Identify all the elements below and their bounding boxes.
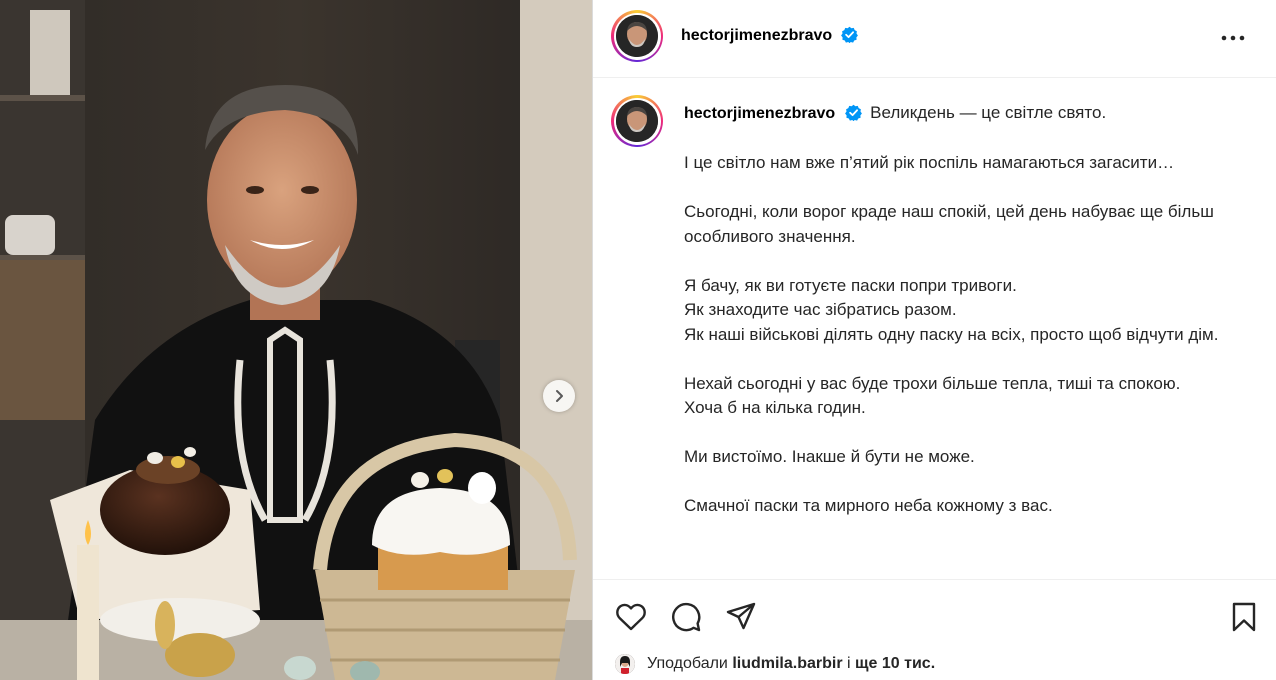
caption-paragraph: Я бачу, як ви готуєте паски попри тривог… [684, 275, 1219, 344]
caption-paragraph: Смачної паски та мирного неба кожному з … [684, 496, 1053, 515]
author-name-row: hectorjimenezbravo [681, 26, 858, 45]
caption-area[interactable]: hectorjimenezbravo Великдень — це світле… [593, 79, 1276, 579]
post-media[interactable] [0, 0, 592, 680]
caption-title: Великдень — це світле свято. [870, 103, 1107, 122]
save-button[interactable] [1227, 600, 1261, 634]
post-side-panel: hectorjimenezbravo hectorjimenezbravo Ве… [592, 0, 1276, 680]
post-photo [0, 0, 592, 680]
post-header: hectorjimenezbravo [593, 0, 1276, 78]
chevron-right-icon [556, 390, 563, 402]
likes-summary: Уподобали liudmila.barbir і ще 10 тис. [615, 654, 935, 674]
like-button[interactable] [614, 600, 648, 634]
caption-paragraph: І це світло нам вже п’ятий рік поспіль н… [684, 153, 1175, 172]
caption-paragraphs: І це світло нам вже п’ятий рік поспіль н… [684, 151, 1254, 519]
caption-paragraph: Сьогодні, коли ворог краде наш спокій, ц… [684, 202, 1214, 246]
likes-connector: і [847, 655, 851, 672]
share-button[interactable] [724, 600, 758, 634]
caption-author-avatar[interactable] [611, 95, 663, 147]
likes-prefix: Уподобали [647, 655, 728, 672]
author-avatar[interactable] [611, 10, 663, 62]
more-options-button[interactable] [1219, 26, 1247, 50]
more-horizontal-icon [1221, 35, 1245, 41]
next-slide-button[interactable] [543, 380, 575, 412]
liker-username[interactable]: liudmila.barbir [732, 655, 842, 673]
caption-first-line: hectorjimenezbravo Великдень — це світле… [684, 101, 1254, 127]
heart-icon [616, 603, 646, 631]
likes-count-link[interactable]: ще 10 тис. [855, 655, 935, 673]
caption-username[interactable]: hectorjimenezbravo [684, 105, 835, 122]
comment-button[interactable] [669, 600, 703, 634]
verified-badge-icon [840, 26, 858, 43]
author-username[interactable]: hectorjimenezbravo [681, 27, 832, 44]
bookmark-icon [1232, 602, 1256, 632]
caption-text: hectorjimenezbravo Великдень — це світле… [684, 101, 1254, 543]
verified-badge-icon [845, 104, 863, 121]
comment-icon [672, 602, 701, 632]
post-actions: Уподобали liudmila.barbir і ще 10 тис. [593, 579, 1276, 680]
paper-plane-icon [726, 602, 756, 630]
caption-paragraph: Ми вистоїмо. Інакше й бути не може. [684, 447, 975, 466]
caption-paragraph: Нехай сьогодні у вас буде трохи більше т… [684, 373, 1181, 418]
liker-avatar[interactable] [615, 654, 635, 674]
